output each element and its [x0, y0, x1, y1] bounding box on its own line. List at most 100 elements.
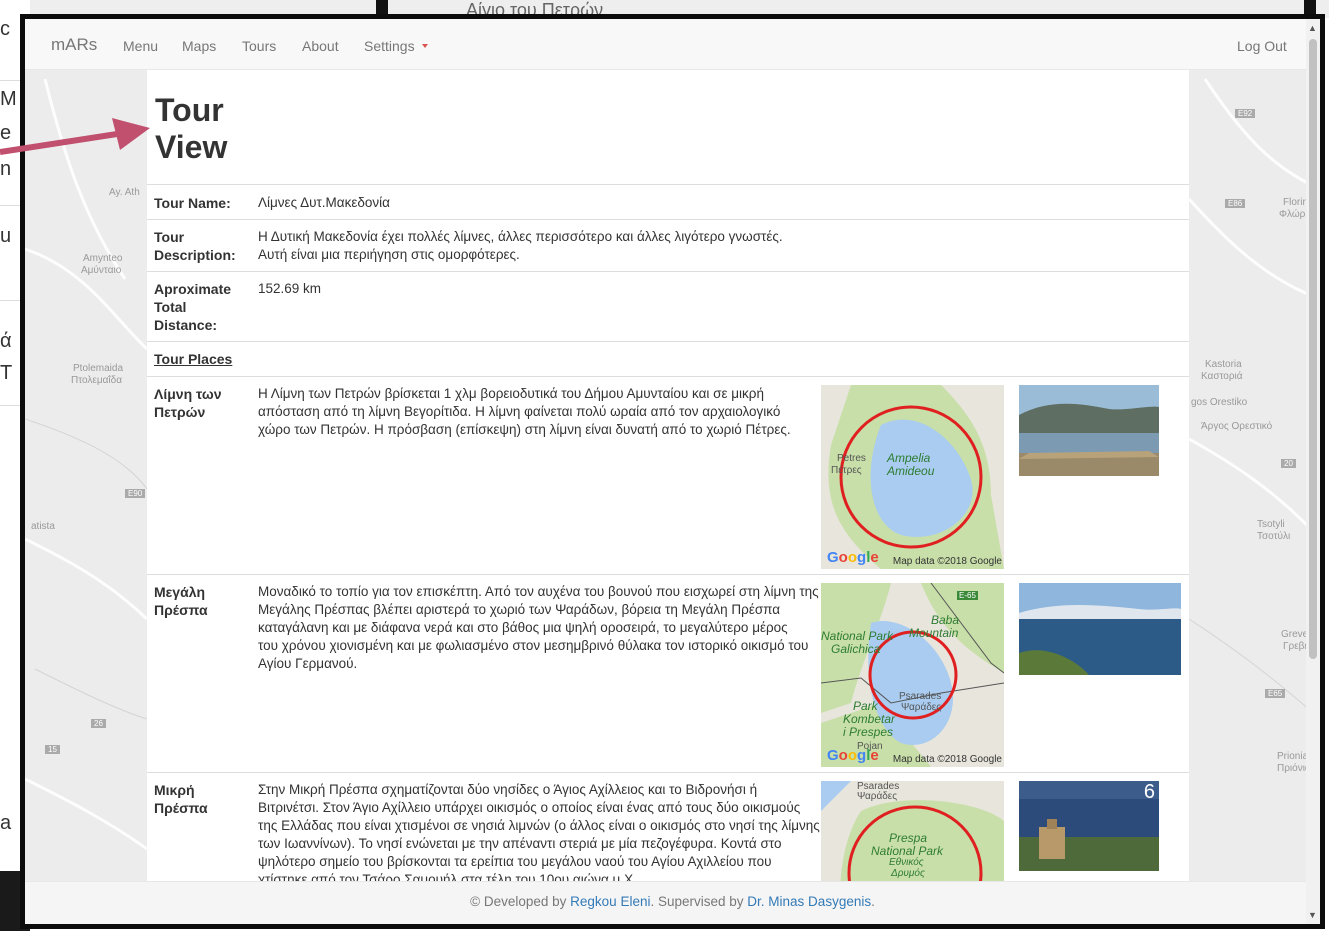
place-description-line: του χρόνου χιονισμένη και με φωλιασμένο … — [258, 638, 809, 653]
tour-description-label: Tour Description: — [154, 228, 236, 264]
place-description-line: Μοναδικό το τοπίο για τον επισκέπτη. Από… — [258, 584, 819, 599]
place-description-line: χτίστηκε από τον Τσάρο Σαμουήλ στα τέλη … — [258, 872, 637, 881]
lake-photo-image — [1019, 583, 1181, 675]
logout-link[interactable]: Log Out — [1237, 38, 1287, 54]
place-photo[interactable] — [1019, 583, 1181, 675]
place-name: Μεγάλη Πρέσπα — [154, 583, 208, 619]
label-line: Tour — [154, 229, 185, 245]
tour-places-link[interactable]: Tour Places — [154, 350, 232, 368]
footer-mid: . Supervised by — [650, 894, 744, 909]
map-label: Kombetar — [843, 712, 896, 726]
place-row: Μικρή Πρέσπα Στην Μικρή Πρέσπα σχηματίζο… — [147, 772, 1189, 881]
nav-menu-link[interactable]: Menu — [123, 38, 158, 54]
map-place-label: Τσοτύλι — [1257, 531, 1291, 542]
tour-name-row: Tour Name: Λίμνες Δυτ.Μακεδονία — [147, 184, 1189, 219]
map-label: Δρυμός — [891, 868, 925, 879]
place-description-line: Μεγάλης Πρέσπας βλέπει αριστερά το χωριό… — [258, 602, 781, 617]
map-place-label: Tsotyli — [1257, 519, 1285, 530]
map-label: Mountain — [909, 626, 959, 640]
place-description-line: Αγίου Γερμανού. — [258, 656, 358, 671]
map-place-label: gos Orestiko — [1191, 397, 1248, 408]
map-label: Amideou — [887, 464, 935, 478]
top-navbar: mARs Menu Maps Tours About Settings Log … — [25, 19, 1320, 70]
map-label: Ψαράδες — [901, 702, 942, 713]
google-logo: Google — [827, 747, 879, 764]
map-label: Ampelia — [887, 451, 931, 465]
map-place-label: Ptolemaida — [73, 363, 124, 374]
tour-name-value: Λίμνες Δυτ.Μακεδονία — [258, 195, 390, 210]
place-description-line: χώρο των Πετρών. Η πρόσβαση (επίσκεψη) σ… — [258, 422, 791, 437]
place-photo[interactable] — [1019, 385, 1159, 476]
footer-prefix: © Developed by — [470, 894, 567, 909]
scroll-up-icon[interactable]: ▲ — [1308, 23, 1317, 33]
road-badge: 26 — [91, 719, 106, 728]
map-place-label: Ay. Ath — [109, 187, 140, 198]
map-place-label: Prionia — [1277, 751, 1309, 762]
nav-maps-link[interactable]: Maps — [182, 38, 216, 54]
map-place-label: Kastoria — [1205, 359, 1242, 370]
map-place-label: Amynteo — [83, 253, 123, 264]
road-badge: E86 — [1225, 199, 1246, 208]
tour-name-label: Tour Name: — [154, 195, 231, 211]
tour-places-header-row: Tour Places — [147, 341, 1189, 376]
background-text-fragment: a — [0, 812, 12, 834]
place-description-line: απόσταση από τη λίμνη Βεγορίτιδα. Η λίμν… — [258, 404, 781, 419]
place-description-line: Βιτρινέτσι. Στον Άγιο Αχίλλειο υπάρχει ο… — [258, 800, 801, 815]
browser-window: Amynteo Αμύνταιο Ptolemaida Πτολεμαΐδα A… — [20, 14, 1325, 929]
place-description-line: Η Λίμνη των Πετρών βρίσκεται 1 χλμ βορει… — [258, 386, 764, 401]
place-map-drawing — [821, 583, 1004, 767]
place-name: Λίμνη των Πετρών — [154, 385, 222, 421]
google-logo: Google — [827, 549, 879, 566]
vertical-scrollbar[interactable]: ▲ ▼ — [1306, 19, 1320, 924]
tour-description-row: Tour Description: Η Δυτική Μακεδονία έχε… — [147, 219, 1189, 271]
road-badge: E65 — [1265, 689, 1286, 698]
map-label: Ψαράδες — [857, 791, 898, 802]
tour-view-panel: Tour View Tour Name: Λίμνες Δυτ.Μακεδονί… — [147, 70, 1189, 881]
scroll-down-icon[interactable]: ▼ — [1308, 910, 1317, 920]
place-description: Μοναδικό το τοπίο για τον επισκέπτη. Από… — [258, 583, 819, 673]
place-description-line: Στην Μικρή Πρέσπα σχηματίζονται δύο νησί… — [258, 782, 758, 797]
description-line: Η Δυτική Μακεδονία έχει πολλές λίμνες, ά… — [258, 229, 783, 244]
map-label: i Prespes — [843, 725, 894, 739]
map-label: Galichica — [831, 642, 881, 656]
place-map-thumbnail[interactable]: Ampelia Amideou Petres Πέτρες Google Map… — [821, 385, 1004, 569]
page-footer: © Developed by Regkou Eleni. Supervised … — [25, 881, 1320, 924]
tour-description-value: Η Δυτική Μακεδονία έχει πολλές λίμνες, ά… — [258, 228, 783, 264]
lake-photo-image — [1019, 781, 1159, 871]
place-name: Μικρή Πρέσπα — [154, 781, 208, 817]
road-badge: E90 — [125, 489, 146, 498]
road-badge: 20 — [1281, 459, 1296, 468]
background-text-fragment: T — [0, 362, 13, 384]
page-title-line: Tour — [155, 92, 224, 128]
map-label: Πέτρες — [831, 465, 862, 476]
tour-distance-row: Aproximate Total Distance: 152.69 km — [147, 271, 1189, 341]
background-text-fragment: c — [0, 18, 10, 40]
background-text-fragment: M — [0, 88, 17, 110]
tour-distance-label: Aproximate Total Distance: — [154, 280, 231, 334]
page-title-line: View — [155, 129, 228, 165]
map-label: Psarades — [899, 691, 942, 702]
nav-settings-dropdown[interactable]: Settings — [364, 38, 428, 54]
nav-tours-link[interactable]: Tours — [242, 38, 276, 54]
map-place-label: atista — [31, 521, 55, 532]
supervisor-link[interactable]: Dr. Minas Dasygenis — [747, 894, 871, 909]
road-badge: 15 — [45, 745, 60, 754]
place-description-line: ψηλότερο σημείο του βρίσκονται τα ερείπι… — [258, 854, 772, 869]
developer-link[interactable]: Regkou Eleni — [570, 894, 650, 909]
place-map-thumbnail[interactable]: Psarades Ψαράδες Prespa National Park Εθ… — [821, 781, 1004, 881]
place-description: Η Λίμνη των Πετρών βρίσκεται 1 χλμ βορει… — [258, 385, 791, 439]
tour-distance-value: 152.69 km — [258, 281, 322, 296]
label-line: Distance: — [154, 317, 218, 333]
page-title: Tour View — [155, 92, 275, 166]
label-line: Description: — [154, 247, 236, 263]
place-name-line: Λίμνη των — [154, 386, 222, 402]
nav-about-link[interactable]: About — [302, 38, 339, 54]
label-line: Total — [154, 299, 187, 315]
place-map-thumbnail[interactable]: E-65 Baba Mountain National Park Galichi… — [821, 583, 1004, 767]
background-text-fragment: ά — [0, 330, 12, 352]
road-badge: E92 — [1235, 109, 1256, 118]
brand-link[interactable]: mARs — [51, 35, 97, 55]
scrollbar-thumb[interactable] — [1309, 39, 1317, 659]
place-photo[interactable]: 6 — [1019, 781, 1159, 871]
place-description: Στην Μικρή Πρέσπα σχηματίζονται δύο νησί… — [258, 781, 820, 881]
